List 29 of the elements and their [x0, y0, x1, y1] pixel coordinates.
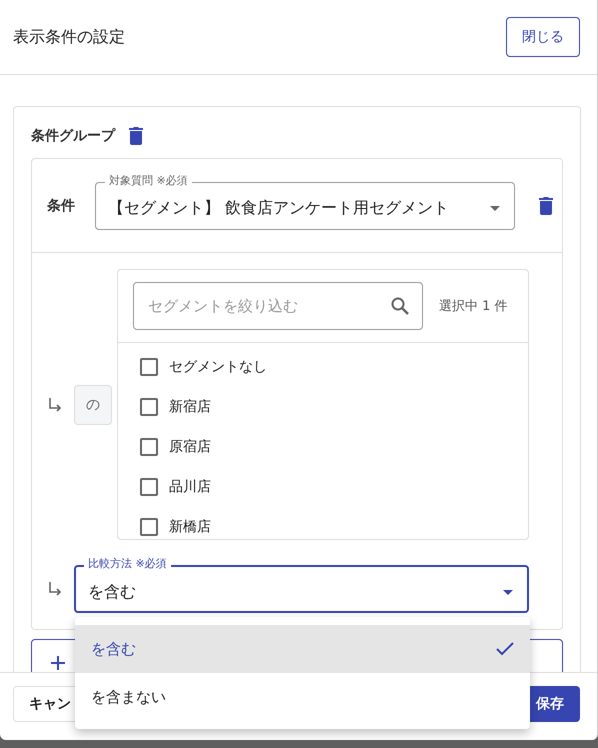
segment-label: 原宿店	[169, 438, 211, 456]
segment-label: セグメントなし	[169, 358, 267, 376]
menu-option[interactable]: を含む	[75, 625, 530, 673]
checkbox[interactable]	[140, 518, 158, 536]
caret-icon	[490, 206, 500, 211]
checkbox[interactable]	[140, 478, 158, 496]
trash-icon[interactable]	[129, 127, 143, 145]
segment-label: 新宿店	[169, 398, 211, 416]
connector-chip: の	[74, 384, 112, 424]
close-button[interactable]: 閉じる	[506, 17, 580, 57]
return-arrow-icon	[47, 396, 63, 412]
group-title: 条件グループ	[31, 127, 115, 145]
caret-icon	[503, 590, 513, 594]
dialog-title: 表示条件の設定	[13, 26, 125, 48]
search-icon	[391, 297, 409, 315]
checkbox[interactable]	[140, 398, 158, 416]
menu-option[interactable]: を含まない	[75, 673, 530, 721]
return-arrow-icon	[47, 581, 63, 597]
checkbox[interactable]	[140, 358, 158, 376]
trash-icon[interactable]	[539, 196, 553, 214]
condition-label: 条件	[47, 196, 76, 214]
search-field[interactable]: セグメントを絞り込む	[133, 282, 423, 330]
select-label: 対象質問 ※必須	[105, 174, 192, 188]
segment-label: 品川店	[169, 478, 211, 496]
select-label: 比較方法 ※必須	[84, 557, 171, 571]
checkbox[interactable]	[140, 438, 158, 456]
segment-label: 新橋店	[169, 518, 211, 536]
selected-count: 選択中 1 件	[439, 298, 508, 315]
check-icon	[496, 642, 514, 656]
